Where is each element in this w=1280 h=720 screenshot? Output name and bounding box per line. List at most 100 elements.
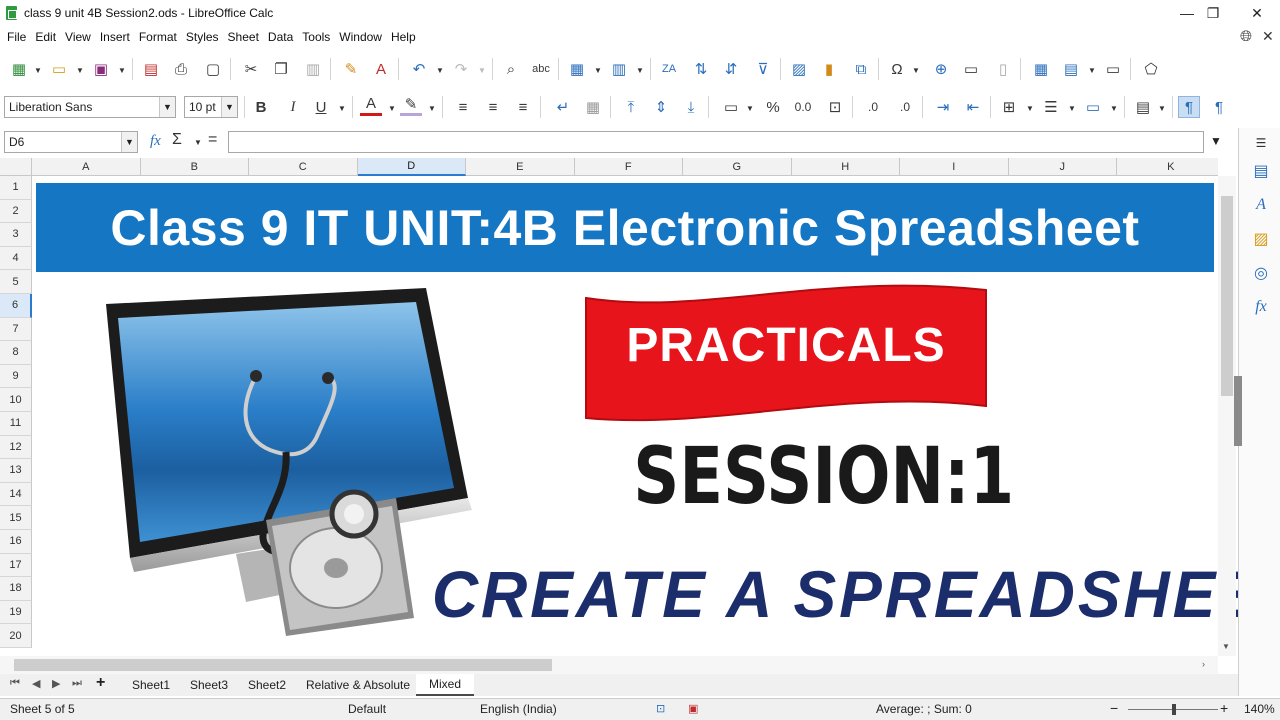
font-name-dropdown-icon[interactable]: ▼ — [159, 97, 175, 117]
define-print-area-icon[interactable]: ▦ — [1030, 58, 1052, 80]
row-header[interactable]: 1 — [0, 176, 32, 200]
zoom-level[interactable]: 140% — [1244, 702, 1275, 716]
row-header[interactable]: 10 — [0, 388, 32, 412]
document-modified-icon[interactable]: ▣ — [688, 702, 698, 715]
sidebar-menu-icon[interactable]: ☰ — [1250, 132, 1272, 154]
next-sheet-icon[interactable]: ▶ — [52, 677, 60, 690]
clear-formatting-icon[interactable]: A — [370, 58, 392, 80]
align-top-icon[interactable]: ⤒ — [620, 96, 642, 118]
sheet-tab-sheet2[interactable]: Sheet2 — [240, 674, 294, 696]
row-header[interactable]: 12 — [0, 435, 32, 460]
font-color-icon[interactable]: A — [360, 94, 382, 116]
cut-icon[interactable]: ✂ — [240, 58, 262, 80]
maximize-button[interactable]: ❐ — [1190, 0, 1236, 26]
menu-tools[interactable]: Tools — [295, 30, 330, 44]
clone-formatting-icon[interactable]: ✎ — [340, 58, 362, 80]
open-icon[interactable]: ▭ — [48, 58, 70, 80]
name-box-dropdown-icon[interactable]: ▼ — [121, 132, 137, 152]
show-draw-functions-icon[interactable]: ⬠ — [1140, 58, 1162, 80]
row-header[interactable]: 9 — [0, 364, 32, 389]
conditional-format-icon[interactable]: ▤ — [1132, 96, 1154, 118]
row-header[interactable]: 16 — [0, 530, 32, 554]
horizontal-scrollbar[interactable]: › — [0, 656, 1218, 674]
align-right-icon[interactable]: ≡ — [512, 96, 534, 118]
formula-icon[interactable]: = — [208, 131, 217, 149]
menu-format[interactable]: Format — [132, 30, 177, 44]
gallery-icon[interactable]: ▨ — [1250, 228, 1272, 250]
date-format-icon[interactable]: ⊡ — [824, 96, 846, 118]
selection-mode-icon[interactable]: ⊡ — [656, 702, 665, 715]
borders-icon[interactable]: ⊞ — [998, 96, 1020, 118]
paste-icon[interactable]: ▥ — [302, 58, 324, 80]
column-header[interactable]: F — [574, 158, 683, 176]
bold-icon[interactable]: B — [250, 96, 272, 118]
underline-dropdown-icon[interactable]: ▼ — [338, 104, 346, 113]
expand-formula-icon[interactable]: ▼ — [1210, 134, 1222, 148]
autofilter-icon[interactable]: ⊽ — [752, 58, 774, 80]
align-bottom-icon[interactable]: ⤓ — [680, 96, 702, 118]
menu-help[interactable]: Help — [384, 30, 416, 44]
column-header[interactable]: A — [32, 158, 141, 176]
sort-icon[interactable]: ZA — [658, 58, 680, 80]
column-header[interactable]: I — [900, 158, 1009, 176]
row-header[interactable]: 15 — [0, 506, 32, 530]
row-header[interactable]: 14 — [0, 482, 32, 507]
new-dropdown-icon[interactable]: ▼ — [34, 66, 42, 75]
row-header[interactable]: 6 — [0, 294, 32, 318]
function-wizard-icon[interactable]: fx — [150, 133, 161, 150]
highlight-color-icon[interactable]: ✎ — [400, 94, 422, 116]
special-character-dropdown-icon[interactable]: ▼ — [912, 66, 920, 75]
print-preview-icon[interactable]: ▢ — [202, 58, 224, 80]
decrease-indent-icon[interactable]: ⇤ — [962, 96, 984, 118]
underline-icon[interactable]: U — [310, 96, 332, 118]
zoom-out-button[interactable]: − — [1110, 700, 1118, 716]
center-vertically-icon[interactable]: ⇕ — [650, 96, 672, 118]
split-window-icon[interactable]: ▭ — [1102, 58, 1124, 80]
column-header[interactable]: G — [683, 158, 792, 176]
menu-sheet[interactable]: Sheet — [221, 30, 259, 44]
wrap-text-icon[interactable]: ↵ — [552, 96, 574, 118]
sort-descending-icon[interactable]: ⇵ — [720, 58, 742, 80]
menu-styles[interactable]: Styles — [179, 30, 219, 44]
copy-icon[interactable]: ❐ — [270, 58, 292, 80]
sheet-tab-sheet3[interactable]: Sheet3 — [182, 674, 236, 696]
navigator-icon[interactable]: ◎ — [1250, 262, 1272, 284]
italic-icon[interactable]: I — [282, 96, 304, 118]
column-header[interactable]: B — [140, 158, 249, 176]
special-character-icon[interactable]: Ω — [886, 58, 908, 80]
row-header[interactable]: 2 — [0, 199, 32, 224]
row-header[interactable]: 8 — [0, 341, 32, 365]
save-dropdown-icon[interactable]: ▼ — [118, 66, 126, 75]
currency-format-icon[interactable]: ▭ — [720, 96, 742, 118]
functions-icon[interactable]: fx — [1250, 296, 1272, 318]
borders-dropdown-icon[interactable]: ▼ — [1026, 104, 1034, 113]
formula-input[interactable] — [228, 131, 1204, 153]
undo-icon[interactable]: ↶ — [408, 58, 430, 80]
menu-insert[interactable]: Insert — [93, 30, 130, 44]
align-left-icon[interactable]: ≡ — [452, 96, 474, 118]
close-document-icon[interactable]: ✕ — [1262, 28, 1274, 45]
increase-indent-icon[interactable]: ⇥ — [932, 96, 954, 118]
percent-format-icon[interactable]: % — [762, 96, 784, 118]
menu-edit[interactable]: Edit — [28, 30, 56, 44]
row-header[interactable]: 19 — [0, 600, 32, 625]
column-dropdown-icon[interactable]: ▼ — [636, 66, 644, 75]
styles-icon[interactable]: A — [1250, 194, 1272, 216]
menu-data[interactable]: Data — [261, 30, 293, 44]
border-color-dropdown-icon[interactable]: ▼ — [1110, 104, 1118, 113]
sort-ascending-icon[interactable]: ⇅ — [690, 58, 712, 80]
find-replace-icon[interactable]: ⌕ — [500, 58, 522, 80]
spelling-icon[interactable]: abc — [530, 58, 552, 80]
select-all-corner[interactable] — [0, 158, 32, 176]
page-style[interactable]: Default — [348, 702, 386, 716]
scroll-down-icon[interactable]: ▼ — [1222, 642, 1230, 651]
sum-dropdown-icon[interactable]: ▼ — [194, 138, 202, 147]
sidebar-collapse-handle[interactable] — [1234, 376, 1242, 446]
insert-image-icon[interactable]: ▨ — [788, 58, 810, 80]
menu-view[interactable]: View — [58, 30, 91, 44]
row-header[interactable]: 11 — [0, 412, 32, 436]
row-header[interactable]: 18 — [0, 577, 32, 601]
globe-icon[interactable]: 🌐︎ — [1240, 28, 1252, 45]
font-size-dropdown-icon[interactable]: ▼ — [221, 97, 237, 117]
selection-summary[interactable]: Average: ; Sum: 0 — [876, 702, 972, 716]
